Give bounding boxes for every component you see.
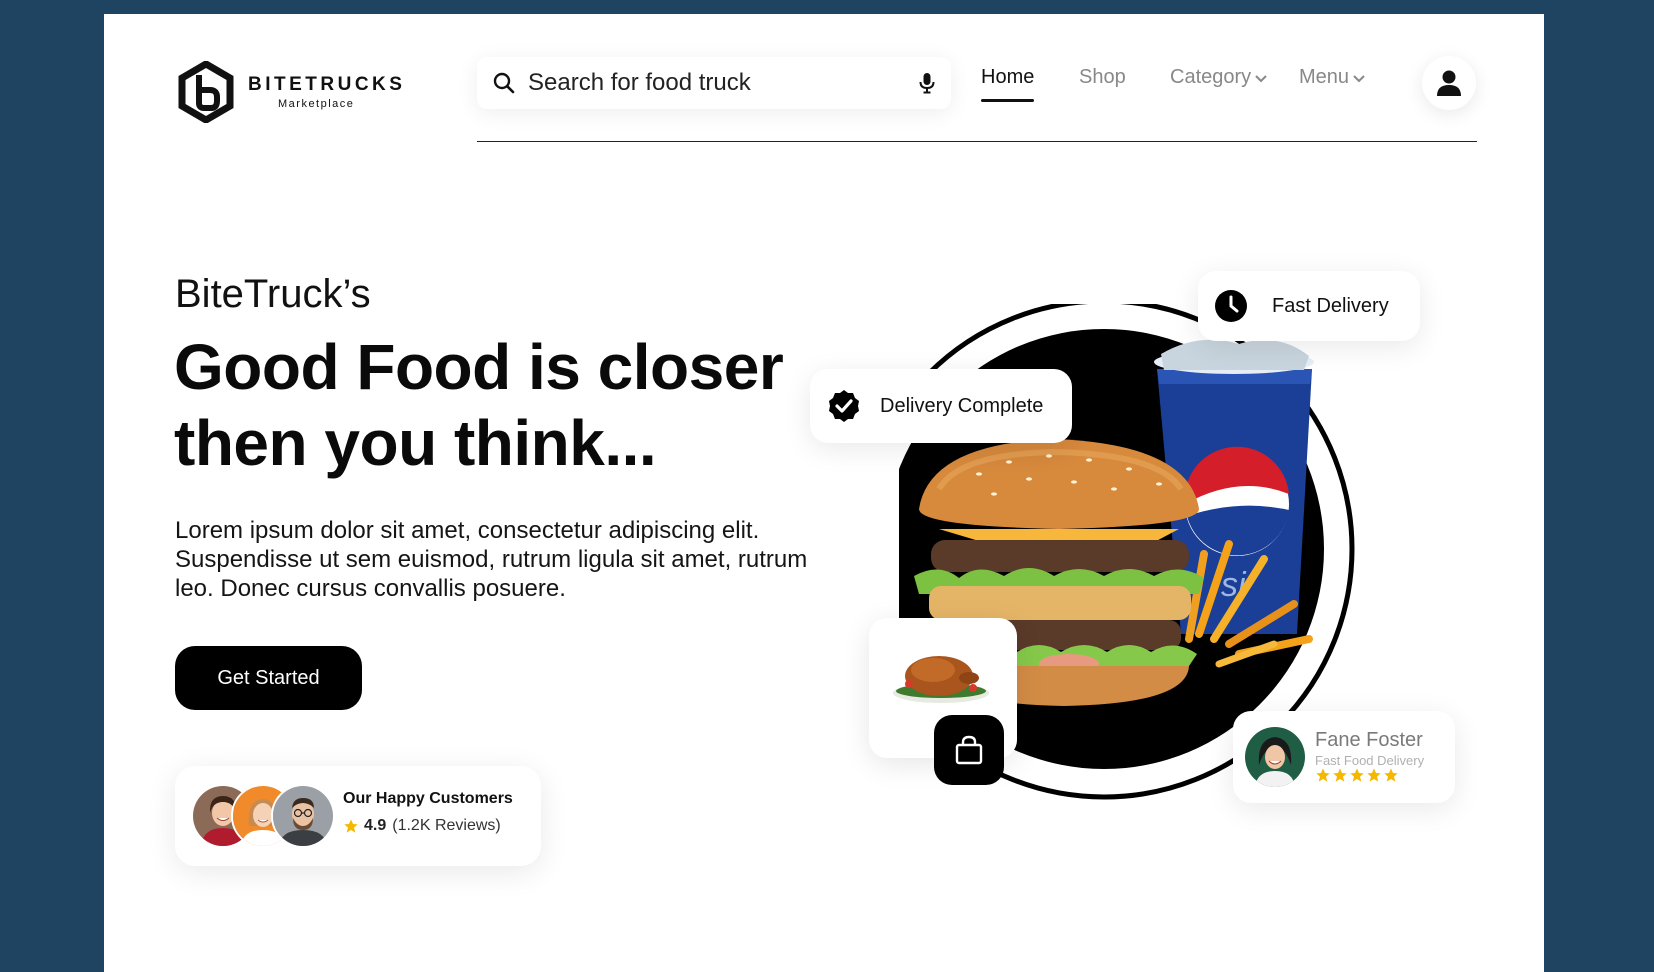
brand-name: BITETRUCKS: [248, 74, 406, 95]
search-input[interactable]: Search for food truck: [528, 69, 917, 97]
reviewer-avatar: [1245, 727, 1305, 787]
brand-logo[interactable]: BITETRUCKS Marketplace: [178, 61, 405, 123]
chevron-down-icon: [1353, 74, 1365, 82]
header-divider: [477, 141, 1477, 142]
customers-rating: 4.9 (1.2K Reviews): [343, 817, 501, 835]
shopping-bag-icon: [955, 735, 983, 765]
headline-line-2: then you think...: [174, 407, 657, 479]
clock-icon: [1215, 290, 1247, 322]
microphone-icon[interactable]: [917, 72, 937, 94]
delivery-complete-text: Delivery Complete: [880, 394, 1044, 417]
star-icon: [1384, 768, 1398, 782]
get-started-button[interactable]: Get Started: [175, 646, 362, 710]
nav-item-home[interactable]: Home: [981, 66, 1035, 102]
star-icon: [1367, 768, 1381, 782]
user-profile-button[interactable]: [1422, 56, 1476, 110]
review-count: (1.2K Reviews): [392, 817, 501, 834]
reviewer-stars: [1315, 767, 1399, 783]
search-bar[interactable]: Search for food truck: [477, 57, 951, 109]
reviewer-name: Fane Foster: [1315, 729, 1423, 751]
customers-title: Our Happy Customers: [343, 790, 513, 807]
hero-eyebrow: BiteTruck’s: [175, 272, 371, 316]
rating-value: 4.9: [364, 817, 387, 834]
star-icon: [1350, 768, 1364, 782]
hero-headline: Good Food is closer then you think...: [174, 329, 784, 481]
add-to-cart-button[interactable]: [934, 715, 1004, 785]
nav-label: Home: [981, 66, 1035, 88]
fast-delivery-badge: Fast Delivery: [1198, 271, 1420, 341]
reviewer-role: Fast Food Delivery: [1315, 753, 1425, 768]
verified-check-icon: [829, 390, 859, 422]
search-icon: [493, 72, 515, 94]
customer-avatar: [271, 784, 335, 848]
bitetrucks-logo-icon: [178, 61, 234, 123]
star-icon: [1333, 768, 1347, 782]
active-indicator: [981, 99, 1035, 102]
star-icon: [1316, 768, 1330, 782]
nav-label: Shop: [1079, 66, 1126, 88]
customer-review-card: Fane Foster Fast Food Delivery: [1233, 711, 1455, 803]
nav-item-menu[interactable]: Menu: [1299, 66, 1366, 89]
star-icon: [344, 819, 358, 833]
nav-item-shop[interactable]: Shop: [1079, 66, 1126, 89]
nav-label: Menu: [1299, 66, 1350, 88]
hero-description: Lorem ipsum dolor sit amet, consectetur …: [175, 517, 808, 602]
user-icon: [1437, 70, 1461, 96]
nav-label: Category: [1170, 66, 1252, 88]
fast-delivery-text: Fast Delivery: [1272, 294, 1389, 317]
delivery-complete-badge: Delivery Complete: [810, 369, 1072, 443]
happy-customers-card: Our Happy Customers 4.9 (1.2K Reviews): [175, 766, 541, 866]
chevron-down-icon: [1255, 74, 1267, 82]
brand-tagline: Marketplace: [278, 98, 355, 110]
page: BITETRUCKS Marketplace Search for food t…: [104, 14, 1544, 972]
nav-item-category[interactable]: Category: [1170, 66, 1268, 89]
headline-line-1: Good Food is closer: [174, 331, 784, 403]
